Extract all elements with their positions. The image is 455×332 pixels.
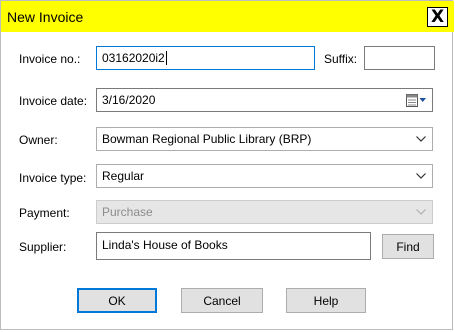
close-button[interactable]: X xyxy=(427,7,448,27)
title-bar[interactable]: New Invoice X xyxy=(1,1,454,32)
invoice-date-label: Invoice date: xyxy=(19,94,88,108)
supplier-input[interactable]: Linda's House of Books xyxy=(96,232,371,260)
payment-label: Payment: xyxy=(19,206,70,220)
payment-select: Purchase xyxy=(96,200,433,224)
supplier-label: Supplier: xyxy=(19,240,67,254)
find-button[interactable]: Find xyxy=(382,234,434,259)
invoice-type-select[interactable]: Regular xyxy=(96,164,433,188)
chevron-down-icon xyxy=(416,136,426,142)
invoice-type-label: Invoice type: xyxy=(19,171,87,185)
owner-select[interactable]: Bowman Regional Public Library (BRP) xyxy=(96,127,433,151)
text-caret xyxy=(165,51,167,65)
suffix-label: Suffix: xyxy=(324,52,358,66)
invoice-date-picker[interactable]: 3/16/2020 xyxy=(96,88,433,112)
dialog-title: New Invoice xyxy=(7,9,84,25)
owner-label: Owner: xyxy=(19,133,58,147)
invoice-type-value: Regular xyxy=(102,169,145,183)
owner-value: Bowman Regional Public Library (BRP) xyxy=(102,132,312,146)
supplier-value: Linda's House of Books xyxy=(102,238,228,252)
invoice-no-value: 03162020i2 xyxy=(102,51,165,65)
ok-button[interactable]: OK xyxy=(77,288,157,313)
close-icon: X xyxy=(430,6,445,27)
chevron-down-icon xyxy=(416,209,426,215)
invoice-no-label: Invoice no.: xyxy=(19,52,81,66)
cancel-button[interactable]: Cancel xyxy=(181,288,263,313)
calendar-dropdown-icon[interactable] xyxy=(406,94,427,107)
chevron-down-icon xyxy=(416,173,426,179)
new-invoice-dialog: New Invoice X Invoice no.: 03162020i2 Su… xyxy=(0,0,454,330)
suffix-input[interactable] xyxy=(364,46,435,70)
help-button[interactable]: Help xyxy=(286,288,366,313)
invoice-no-input[interactable]: 03162020i2 xyxy=(96,46,315,70)
invoice-date-value: 3/16/2020 xyxy=(102,93,156,107)
payment-value: Purchase xyxy=(102,205,153,219)
